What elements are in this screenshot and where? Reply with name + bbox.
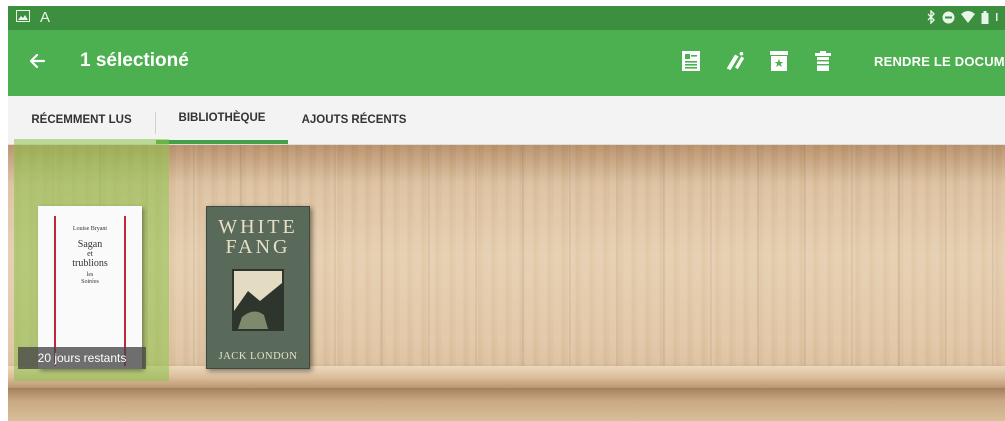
bluetooth-icon xyxy=(927,9,936,27)
days-remaining-badge: 20 jours restants xyxy=(18,347,146,369)
clock-partial-icon xyxy=(995,11,1001,26)
edit-tag-icon[interactable] xyxy=(724,48,746,74)
tab-library[interactable]: BIBLIOTHÈQUE xyxy=(156,96,288,144)
book-cover-2[interactable]: WHITE FANG JACK LONDON xyxy=(206,206,310,369)
app-bar: 1 sélectioné RENDRE LE DOCUME xyxy=(8,30,1005,96)
book-1-author: Louise Bryant xyxy=(72,226,108,232)
tab-recent-additions[interactable]: AJOUTS RÉCENTS xyxy=(288,96,420,144)
tab-recently-read[interactable]: RÉCEMMENT LUS xyxy=(8,96,155,144)
book-1-subtitle-a: les xyxy=(86,272,94,279)
tab-bar: RÉCEMMENT LUS BIBLIOTHÈQUE AJOUTS RÉCENT… xyxy=(8,96,1005,145)
book-1-title-connector: et xyxy=(87,248,93,258)
book-1-title-word-2: trublions xyxy=(72,258,108,270)
book-cover-1[interactable]: Louise Bryant Sagan et trublions les Soi… xyxy=(38,206,142,369)
wifi-icon xyxy=(961,11,975,26)
app-letter-icon: A xyxy=(40,9,51,26)
book-2-title-line-1: WHITE xyxy=(218,216,298,238)
selection-count-title: 1 sélectioné xyxy=(80,50,189,71)
do-not-disturb-icon xyxy=(942,11,955,27)
book-2-cover-illustration xyxy=(232,269,284,331)
back-arrow-icon[interactable] xyxy=(22,46,52,76)
screenshot-icon xyxy=(16,9,30,26)
cover-red-line-right xyxy=(124,216,126,366)
book-2-title-line-2: FANG xyxy=(225,236,291,258)
book-2-author: JACK LONDON xyxy=(218,351,298,362)
delete-icon[interactable] xyxy=(812,48,834,74)
action-icons xyxy=(680,48,834,74)
details-icon[interactable] xyxy=(680,48,702,74)
book-1-title-word: Sagan xyxy=(77,238,103,250)
return-document-button[interactable]: RENDRE LE DOCUME xyxy=(874,54,1005,69)
archive-icon[interactable] xyxy=(768,48,790,74)
book-1-subtitle-b: Soirées xyxy=(81,278,99,285)
status-bar: A xyxy=(8,6,1005,30)
book-1-cover-text: Louise Bryant Sagan et trublions les Soi… xyxy=(56,226,124,286)
battery-icon xyxy=(981,10,989,27)
shelf-lower-panel xyxy=(8,388,1005,421)
